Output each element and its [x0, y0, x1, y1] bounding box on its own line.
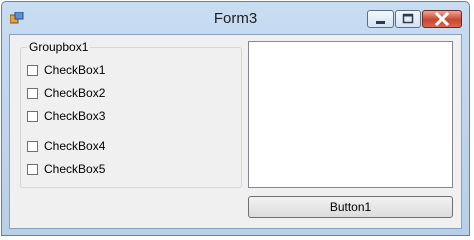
checkbox-box[interactable] [27, 64, 38, 76]
checkbox-box[interactable] [27, 87, 38, 99]
minimize-button[interactable] [367, 10, 394, 28]
listbox[interactable] [248, 41, 453, 188]
checkbox-label: CheckBox3 [44, 109, 106, 123]
checkbox-2[interactable]: CheckBox2 [27, 85, 105, 101]
checkbox-1[interactable]: CheckBox1 [27, 62, 105, 78]
checkbox-3[interactable]: CheckBox3 [27, 108, 105, 124]
minimize-icon [376, 21, 385, 24]
checkbox-label: CheckBox1 [44, 63, 106, 77]
form3-window: Form3 Groupbox1 CheckBox1 CheckBox2 Chec… [1, 1, 470, 236]
checkbox-box[interactable] [27, 110, 38, 122]
button1[interactable]: Button1 [248, 196, 453, 218]
title-bar[interactable]: Form3 [2, 2, 469, 35]
checkbox-box[interactable] [27, 163, 38, 175]
groupbox1: Groupbox1 CheckBox1 CheckBox2 CheckBox3 … [20, 40, 242, 188]
checkbox-label: CheckBox4 [44, 139, 106, 153]
close-icon [434, 11, 450, 27]
checkbox-label: CheckBox2 [44, 86, 106, 100]
close-button[interactable] [422, 10, 462, 28]
client-area: Groupbox1 CheckBox1 CheckBox2 CheckBox3 … [9, 34, 462, 229]
checkbox-4[interactable]: CheckBox4 [27, 138, 105, 154]
checkbox-5[interactable]: CheckBox5 [27, 161, 105, 177]
groupbox-label: Groupbox1 [27, 40, 91, 54]
checkbox-label: CheckBox5 [44, 162, 106, 176]
maximize-icon [402, 13, 414, 24]
maximize-button[interactable] [395, 10, 421, 28]
checkbox-box[interactable] [27, 140, 38, 152]
